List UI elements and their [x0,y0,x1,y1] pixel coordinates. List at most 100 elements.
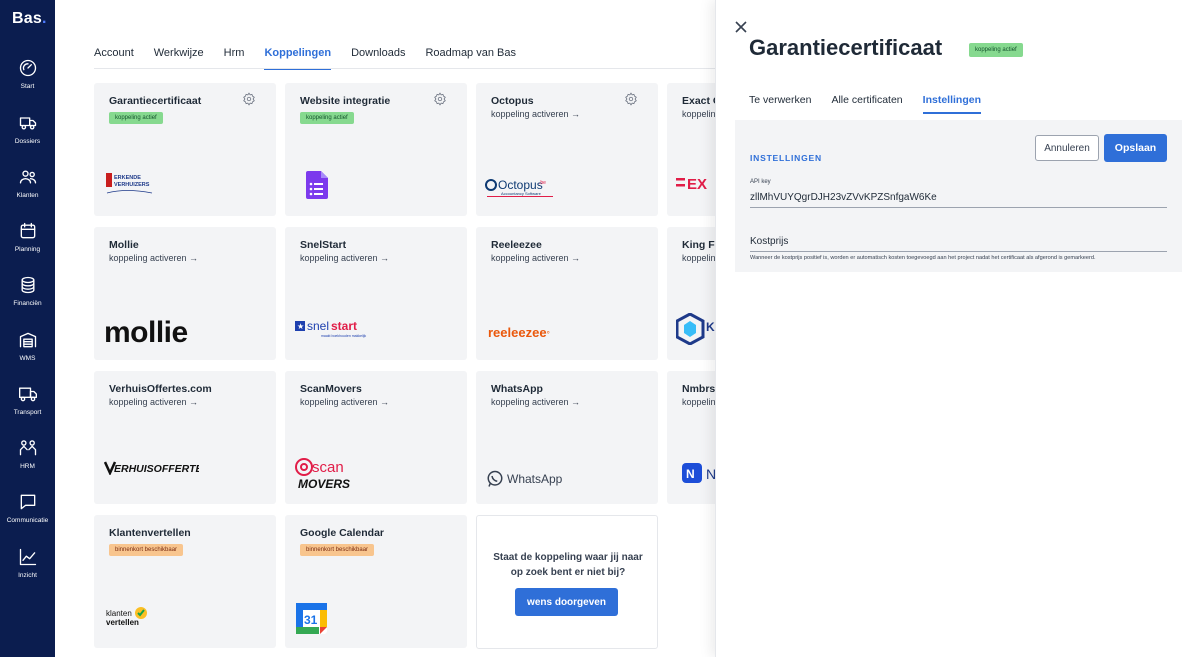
brand-logo[interactable]: Bas. [12,10,47,28]
gear-icon[interactable] [624,92,638,106]
integration-card-reeleezee[interactable]: Reeleezee koppeling activeren → reeleeze… [476,227,658,360]
nav-item-start[interactable]: Start [0,58,55,104]
card-title: Website integratie [300,95,391,107]
tab-instellingen[interactable]: Instellingen [922,94,981,114]
nav-item-financien[interactable]: Financiën [0,275,55,321]
request-integration-card: Staat de koppeling waar jij naar op zoek… [476,515,658,649]
api-key-input[interactable]: zllMhVUYQgrDJH23vZVvKPZSnfgaW6Ke [750,192,1167,208]
svg-text:scan: scan [312,459,344,476]
whatsapp-logo: WhatsApp [486,470,562,488]
nav-item-klanten[interactable]: Klanten [0,167,55,213]
activate-link[interactable]: koppeling activeren → [109,397,198,407]
svg-text:snel: snel [307,319,329,333]
svg-text:ERHUISOFFERTES: ERHUISOFFERTES [114,463,199,475]
nav-label: Communicatie [6,517,49,524]
card-title: Reeleezee [491,239,542,251]
activate-link[interactable]: koppeling activeren → [300,253,389,263]
card-title: Klantenvertellen [109,527,191,539]
sidebar: Bas. Start Dossiers Klanten Planning Fin… [0,0,55,657]
kostprijs-hint: Wanneer de kostprijs positief is, worden… [750,255,1096,261]
king-logo: K [675,312,715,350]
calendar-day: 31 [304,613,318,627]
nav-label: WMS [19,355,36,362]
chat-icon [20,494,35,510]
svg-text:★: ★ [297,322,304,331]
integration-card-whatsapp[interactable]: WhatsApp koppeling activeren → WhatsApp [476,371,658,504]
tab-hrm[interactable]: Hrm [224,47,245,70]
integration-card-exact[interactable]: Exact O koppelin EX [667,83,715,216]
google-calendar-icon: 31 [296,603,327,639]
tab-te-verwerken[interactable]: Te verwerken [749,94,811,114]
tab-werkwijze[interactable]: Werkwijze [154,47,204,70]
activate-link[interactable]: koppelin [682,253,715,263]
gear-icon[interactable] [433,92,447,106]
nav-label: Transport [13,409,42,416]
nav-item-hrm[interactable]: HRM [0,438,55,484]
svg-text:start: start [331,319,357,333]
svg-text:VERHUIZERS: VERHUIZERS [114,182,150,188]
close-icon[interactable] [735,20,747,33]
integration-card-website-integratie[interactable]: Website integratie koppeling actief [285,83,467,216]
nav-item-inzicht[interactable]: Inzicht [0,547,55,593]
drawer-tabs: Te verwerken Alle certificaten Instellin… [749,94,981,114]
save-button[interactable]: Opslaan [1104,134,1167,162]
nav-item-communicatie[interactable]: Communicatie [0,492,55,538]
dashboard-icon [19,59,36,77]
verhuisoffertes-logo: ERHUISOFFERTES [103,459,209,480]
svg-text:vertellen: vertellen [106,618,139,627]
activate-link[interactable]: koppeling activeren → [491,397,580,407]
mollie-wordmark: mollie [104,316,188,349]
tab-account[interactable]: Account [94,47,134,70]
svg-text:N: N [706,466,715,482]
activate-link[interactable]: koppeling activeren → [491,253,580,263]
nav-item-planning[interactable]: Planning [0,221,55,267]
nav-item-wms[interactable]: WMS [0,330,55,376]
card-title: Mollie [109,239,139,251]
svg-text:EX: EX [687,176,707,191]
integration-card-king-finance[interactable]: King Fi koppelin K [667,227,715,360]
kostprijs-input[interactable]: Kostprijs [750,236,1167,252]
activate-link[interactable]: koppeling activeren → [491,109,580,119]
delivery-truck-icon [18,387,37,402]
status-badge: koppeling actief [109,112,163,124]
nav-label: Klanten [16,192,39,199]
tab-alle-certificaten[interactable]: Alle certificaten [831,94,902,114]
octopus-logo: Octopus .be Accountancy Software [485,175,557,204]
status-badge: koppeling actief [969,43,1023,57]
activate-link[interactable]: koppeling activeren → [109,253,198,263]
nav-item-dossiers[interactable]: Dossiers [0,113,55,159]
nav-item-transport[interactable]: Transport [0,384,55,430]
integration-card-nmbrs[interactable]: Nmbrs koppelin NN [667,371,715,504]
activate-link[interactable]: koppelin [682,109,715,119]
card-title: Nmbrs [682,383,715,395]
activate-link[interactable]: koppelin [682,397,715,407]
klantenvertellen-logo: klanten vertellen [106,605,150,634]
nav-label: HRM [20,463,35,470]
wish-submit-button[interactable]: wens doorgeven [515,588,618,616]
activate-link[interactable]: koppeling activeren → [300,397,389,407]
chart-icon [19,548,36,566]
main-content: Account Werkwijze Hrm Koppelingen Downlo… [55,0,715,657]
tab-koppelingen[interactable]: Koppelingen [264,47,332,70]
card-title: Garantiecertificaat [109,95,202,107]
integration-card-scanmovers[interactable]: ScanMovers koppeling activeren → scan MOV… [285,371,467,504]
cta-text: Staat de koppeling waar jij naar op zoek… [493,552,643,578]
tab-roadmap[interactable]: Roadmap van Bas [425,47,516,70]
tab-downloads[interactable]: Downloads [351,47,405,70]
integration-card-snelstart[interactable]: SnelStart koppeling activeren → ★ snel sta… [285,227,467,360]
svg-text:K: K [706,320,715,334]
gear-icon[interactable] [242,92,256,106]
integration-card-klantenvertellen[interactable]: Klantenvertellen binnenkort beschikbaar … [94,515,276,648]
integration-card-verhuisoffertes[interactable]: VerhuisOffertes.com koppeling activeren … [94,371,276,504]
drawer-title: Garantiecertificaat [749,35,943,60]
warehouse-icon [19,332,36,348]
cancel-button[interactable]: Annuleren [1035,135,1099,161]
integration-card-garantiecertificaat[interactable]: Garantiecertificaat koppeling actief ERK… [94,83,276,216]
settings-panel: INSTELLINGEN Annuleren Opslaan API key z… [735,120,1182,272]
integration-card-mollie[interactable]: Mollie koppeling activeren → mollie [94,227,276,360]
integration-card-google-calendar[interactable]: Google Calendar binnenkort beschikbaar 3… [285,515,467,648]
nav-label: Dossiers [14,138,41,145]
nav-label: Planning [14,246,41,253]
integration-card-octopus[interactable]: Octopus koppeling activeren → Octopus .be… [476,83,658,216]
card-title: VerhuisOffertes.com [109,383,212,395]
